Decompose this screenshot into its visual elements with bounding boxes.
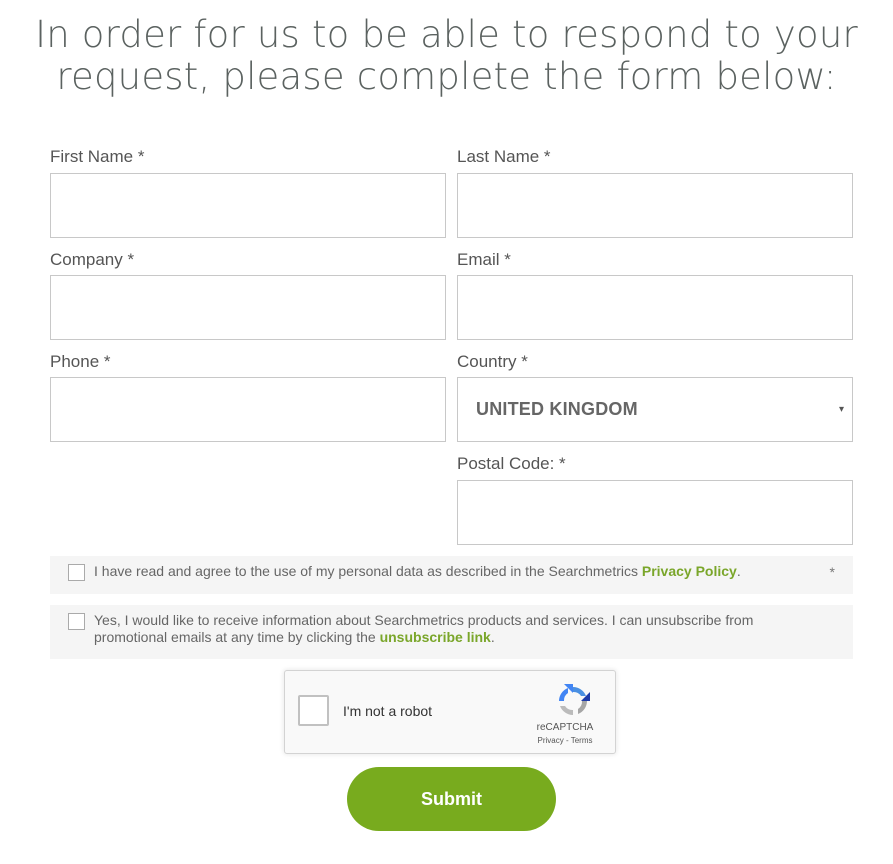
marketing-consent-row: Yes, I would like to receive information… bbox=[50, 605, 853, 659]
email-input[interactable] bbox=[458, 276, 852, 339]
heading-line-2: request, please complete the form below: bbox=[56, 55, 837, 98]
marketing-text-after: . bbox=[490, 629, 495, 645]
privacy-text-after: . bbox=[736, 563, 741, 579]
country-selected-value: UNITED KINGDOM bbox=[476, 399, 638, 419]
first-name-field-box[interactable] bbox=[50, 173, 446, 238]
privacy-consent-text: I have read and agree to the use of my p… bbox=[94, 563, 814, 580]
last-name-input[interactable] bbox=[458, 174, 852, 237]
recaptcha-widget: I'm not a robot reCAPTCHA Privacy - Term… bbox=[284, 670, 616, 754]
phone-label: Phone * bbox=[50, 352, 111, 371]
last-name-label: Last Name * bbox=[457, 147, 551, 166]
recaptcha-logo-icon bbox=[559, 684, 590, 715]
postal-code-label: Postal Code: * bbox=[457, 454, 566, 473]
last-name-field-box[interactable] bbox=[457, 173, 853, 238]
postal-code-input[interactable] bbox=[458, 481, 852, 544]
submit-button[interactable]: Submit bbox=[347, 767, 556, 831]
recaptcha-privacy-terms-links[interactable]: Privacy - Terms bbox=[525, 736, 605, 745]
first-name-input[interactable] bbox=[51, 174, 445, 237]
page-heading: In order for us to be able to respond to… bbox=[0, 14, 893, 98]
privacy-required-marker: * bbox=[829, 564, 835, 580]
first-name-label: First Name * bbox=[50, 147, 145, 166]
phone-input[interactable] bbox=[51, 378, 445, 441]
company-label: Company * bbox=[50, 250, 135, 269]
marketing-checkbox[interactable] bbox=[68, 613, 85, 630]
privacy-checkbox[interactable] bbox=[68, 564, 85, 581]
recaptcha-brand: reCAPTCHA bbox=[536, 722, 594, 733]
email-field-box[interactable] bbox=[457, 275, 853, 340]
heading-line-1: In order for us to be able to respond to… bbox=[35, 13, 858, 56]
country-select[interactable]: UNITED KINGDOM ▾ bbox=[457, 377, 853, 442]
country-label: Country * bbox=[457, 352, 528, 371]
company-field-box[interactable] bbox=[50, 275, 446, 340]
unsubscribe-link[interactable]: unsubscribe link bbox=[380, 629, 491, 645]
postal-code-field-box[interactable] bbox=[457, 480, 853, 545]
privacy-policy-link[interactable]: Privacy Policy bbox=[642, 563, 737, 579]
company-input[interactable] bbox=[51, 276, 445, 339]
privacy-consent-row: I have read and agree to the use of my p… bbox=[50, 556, 853, 594]
privacy-text-before: I have read and agree to the use of my p… bbox=[94, 563, 642, 579]
phone-field-box[interactable] bbox=[50, 377, 446, 442]
marketing-consent-text: Yes, I would like to receive information… bbox=[94, 612, 794, 646]
recaptcha-label: I'm not a robot bbox=[343, 703, 433, 719]
email-label: Email * bbox=[457, 250, 511, 269]
recaptcha-checkbox[interactable] bbox=[298, 695, 329, 726]
chevron-down-icon: ▾ bbox=[838, 404, 844, 415]
